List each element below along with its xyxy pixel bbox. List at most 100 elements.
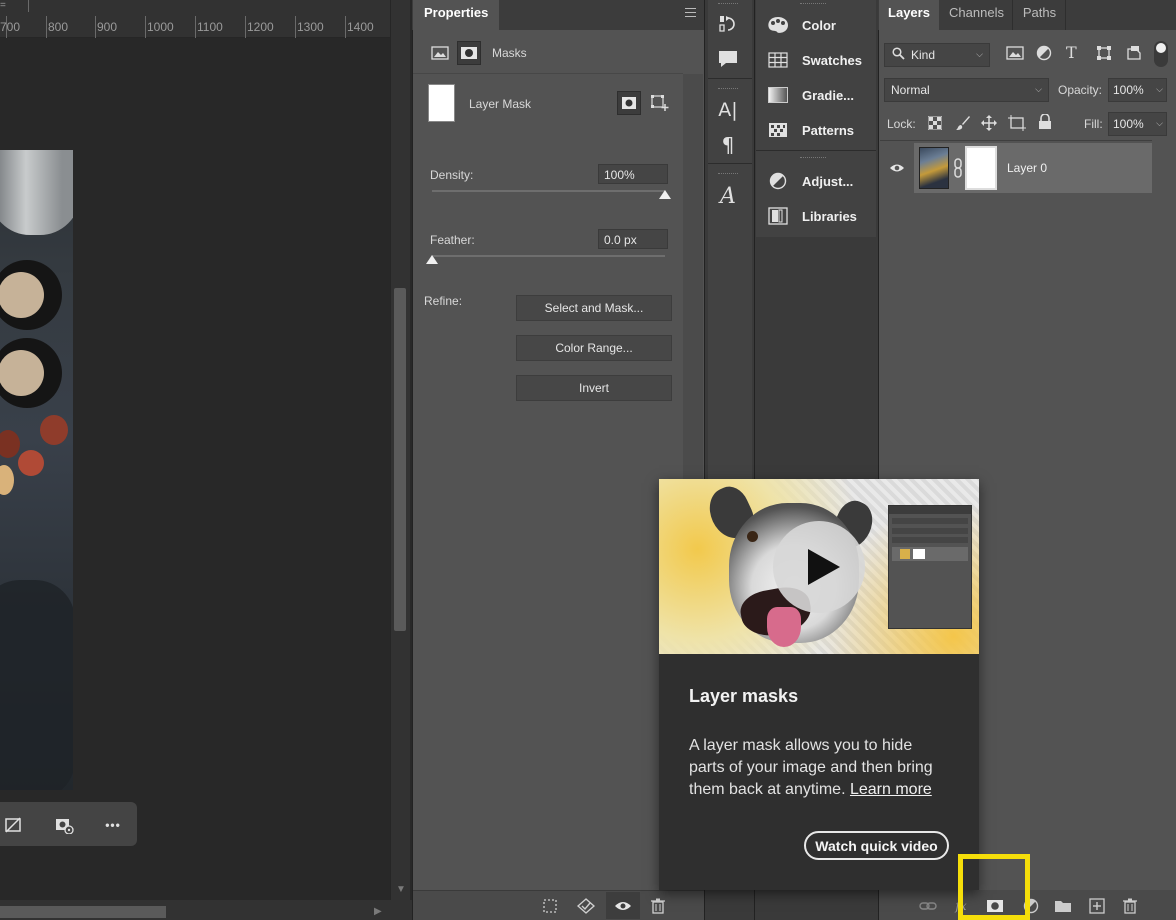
panel-adjustments-label: Adjust... xyxy=(802,173,854,189)
mask-name-label: Layer Mask xyxy=(469,97,532,111)
scroll-right-arrow-icon[interactable]: ▶ xyxy=(374,906,382,917)
tooltip-preview-video[interactable] xyxy=(659,479,979,654)
gradient-icon xyxy=(766,84,790,106)
visibility-eye-icon[interactable] xyxy=(606,892,640,919)
lock-transparent-pixels-icon[interactable] xyxy=(927,115,943,133)
horizontal-scroll-thumb[interactable] xyxy=(0,906,166,918)
fill-label: Fill: xyxy=(1084,117,1103,131)
select-and-mask-button[interactable]: Select and Mask... xyxy=(516,295,672,321)
delete-mask-icon[interactable] xyxy=(647,895,669,917)
tooltip-title: Layer masks xyxy=(689,686,799,706)
panel-grip[interactable] xyxy=(718,3,738,5)
comment-icon[interactable] xyxy=(715,46,741,72)
panel-gradients[interactable]: Gradie... xyxy=(758,79,874,111)
mask-visibility-icon[interactable] xyxy=(53,814,75,836)
swatches-icon xyxy=(766,49,790,71)
panel-libraries-label: Libraries xyxy=(802,208,857,224)
chevron-down-icon: ⌵ xyxy=(1035,84,1042,94)
opacity-input[interactable]: 100% ⌵ xyxy=(1108,78,1167,102)
mask-properties-icon[interactable] xyxy=(457,41,481,65)
layer-mask-thumbnail[interactable] xyxy=(965,146,997,190)
density-slider-track[interactable] xyxy=(432,190,665,192)
filter-kind-dropdown[interactable]: Kind ⌵ xyxy=(884,43,990,67)
filter-toggle[interactable] xyxy=(1154,41,1168,67)
panel-patterns[interactable]: Patterns xyxy=(758,114,874,146)
character-icon[interactable]: A| xyxy=(715,97,741,123)
more-icon[interactable]: ••• xyxy=(102,814,124,836)
pixel-layer-properties-icon[interactable] xyxy=(428,41,452,65)
search-icon xyxy=(892,47,905,63)
paragraph-icon[interactable]: ¶ xyxy=(715,132,741,158)
link-icon[interactable] xyxy=(917,895,939,917)
lock-image-pixels-icon[interactable] xyxy=(955,115,971,134)
lock-artboard-icon[interactable] xyxy=(1008,115,1026,134)
filter-pixel-icon[interactable] xyxy=(1006,45,1024,64)
panel-adjustments[interactable]: Adjust... xyxy=(758,165,874,197)
apply-mask-icon[interactable] xyxy=(575,895,597,917)
folder-icon[interactable] xyxy=(1052,895,1074,917)
libraries-icon xyxy=(766,205,790,227)
add-vector-mask-icon[interactable] xyxy=(648,91,672,115)
new-layer-icon[interactable] xyxy=(1086,895,1108,917)
blend-mode-value: Normal xyxy=(891,83,930,97)
vertical-scroll-thumb[interactable] xyxy=(394,288,406,631)
chevron-down-icon[interactable]: ⌵ xyxy=(1156,118,1163,129)
panel-patterns-label: Patterns xyxy=(802,122,855,138)
lock-label: Lock: xyxy=(887,117,916,131)
tab-layers[interactable]: Layers xyxy=(879,0,939,30)
panel-swatches-label: Swatches xyxy=(802,52,862,68)
visibility-eye-icon[interactable] xyxy=(889,162,905,177)
chain-link-icon[interactable] xyxy=(952,158,964,181)
document-image[interactable] xyxy=(0,150,73,790)
glyphs-icon[interactable]: A xyxy=(715,183,741,209)
filter-smart-object-icon[interactable] xyxy=(1126,45,1142,64)
feather-input[interactable]: 0.0 px xyxy=(598,229,668,249)
layer-mask-thumbnail xyxy=(428,84,455,122)
ruler-tick: 1200 xyxy=(247,20,274,34)
ruler-tick: 700 xyxy=(0,20,21,34)
opacity-label: Opacity: xyxy=(1058,83,1103,97)
refine-label: Refine: xyxy=(424,294,463,308)
layer-thumbnail[interactable] xyxy=(919,147,949,189)
panel-grip[interactable] xyxy=(718,173,738,175)
feather-slider-handle[interactable] xyxy=(426,255,438,264)
panel-swatches[interactable]: Swatches xyxy=(758,44,874,76)
learn-more-link[interactable]: Learn more xyxy=(850,781,932,798)
filter-shape-icon[interactable] xyxy=(1096,45,1112,64)
divider xyxy=(413,73,683,74)
tab-paths[interactable]: Paths xyxy=(1014,0,1066,30)
ruler-tick: 1100 xyxy=(197,20,223,34)
layer-name[interactable]: Layer 0 xyxy=(1007,161,1047,175)
blend-mode-dropdown[interactable]: Normal ⌵ xyxy=(884,78,1049,102)
color-range-button[interactable]: Color Range... xyxy=(516,335,672,361)
tab-properties[interactable]: Properties xyxy=(413,0,499,30)
history-icon[interactable] xyxy=(715,11,741,37)
watch-quick-video-button[interactable]: Watch quick video xyxy=(804,831,949,860)
panel-libraries[interactable]: Libraries xyxy=(758,200,874,232)
tab-channels[interactable]: Channels xyxy=(941,0,1013,30)
fill-value: 100% xyxy=(1113,117,1144,131)
filter-adjustment-icon[interactable] xyxy=(1036,45,1052,64)
mask-mode-label: Masks xyxy=(492,46,527,60)
density-slider-handle[interactable] xyxy=(659,190,671,199)
invert-button[interactable]: Invert xyxy=(516,375,672,401)
density-input[interactable]: 100% xyxy=(598,164,668,184)
panel-color[interactable]: Color xyxy=(758,9,874,41)
lock-position-icon[interactable] xyxy=(981,115,997,134)
select-pixel-mask-icon[interactable] xyxy=(617,91,641,115)
fill-input[interactable]: 100% ⌵ xyxy=(1108,112,1167,136)
feather-slider-track[interactable] xyxy=(432,255,665,257)
trash-icon[interactable] xyxy=(1119,895,1141,917)
panel-grip[interactable] xyxy=(718,88,738,90)
lock-all-icon[interactable] xyxy=(1038,113,1052,133)
hide-mask-icon[interactable] xyxy=(2,814,24,836)
load-selection-icon[interactable] xyxy=(539,895,561,917)
scroll-down-arrow-icon[interactable]: ▼ xyxy=(396,884,406,895)
opacity-value: 100% xyxy=(1113,83,1144,97)
filter-kind-value: Kind xyxy=(911,48,936,62)
mini-layers-panel-illustration xyxy=(888,505,972,629)
filter-type-icon[interactable]: T xyxy=(1066,43,1077,62)
panel-menu-icon[interactable] xyxy=(685,8,696,17)
density-label: Density: xyxy=(430,168,474,182)
chevron-down-icon[interactable]: ⌵ xyxy=(1156,84,1163,95)
